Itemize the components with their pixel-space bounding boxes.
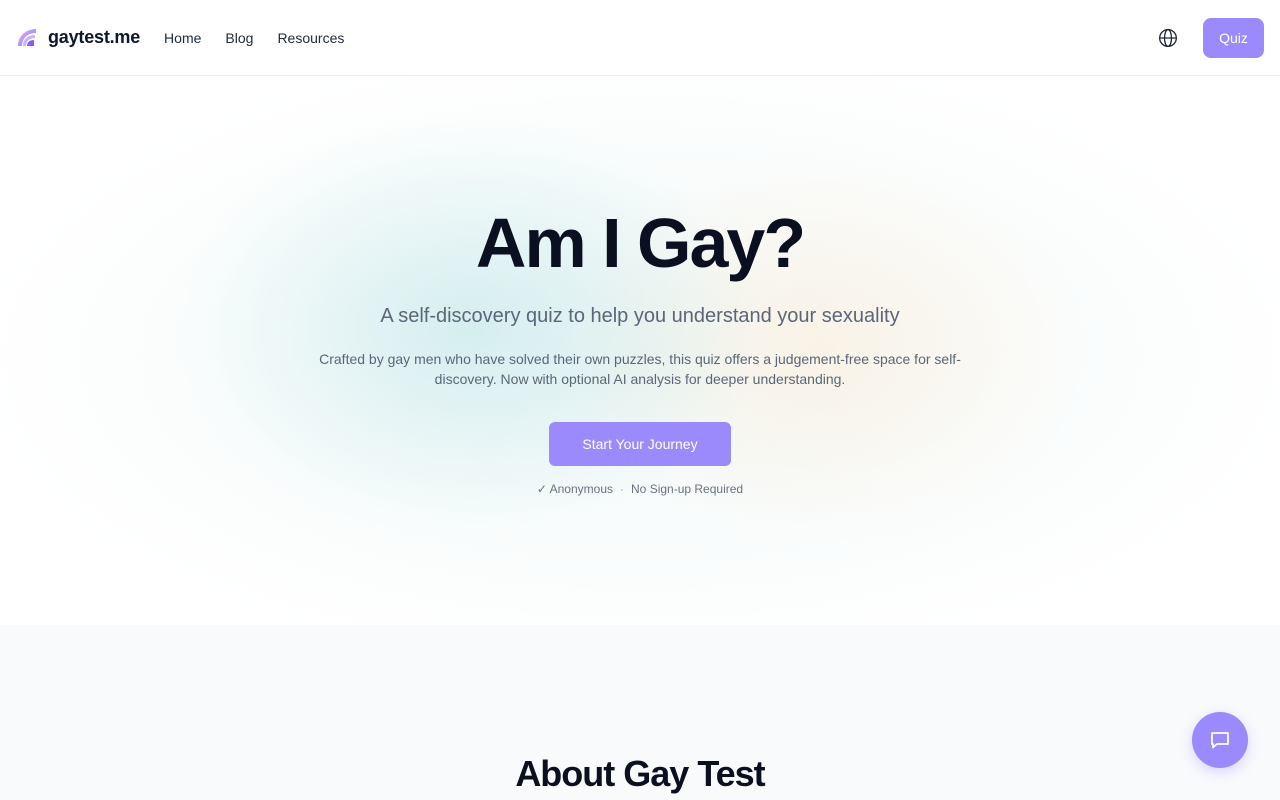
language-button[interactable] xyxy=(1157,27,1179,49)
start-journey-button[interactable]: Start Your Journey xyxy=(549,422,731,466)
hero-section: Am I Gay? A self-discovery quiz to help … xyxy=(0,77,1280,625)
nav-blog[interactable]: Blog xyxy=(225,30,253,46)
globe-icon xyxy=(1159,28,1177,47)
main-nav: Home Blog Resources xyxy=(164,30,344,46)
no-signup-badge: No Sign-up Required xyxy=(631,482,744,496)
badge-separator: · xyxy=(620,482,625,496)
header-actions: Quiz xyxy=(1157,17,1264,58)
hero-description: Crafted by gay men who have solved their… xyxy=(319,351,961,387)
nav-home[interactable]: Home xyxy=(164,30,201,46)
brand-name: gaytest.me xyxy=(48,27,141,47)
anonymous-badge: ✓ Anonymous xyxy=(536,482,614,496)
hero-title: Am I Gay? xyxy=(475,204,806,282)
brand-link[interactable]: gaytest.me xyxy=(16,26,140,50)
site-header: gaytest.me Home Blog Resources Quiz xyxy=(0,0,1280,76)
about-title: About Gay Test xyxy=(515,753,765,794)
nav-resources[interactable]: Resources xyxy=(277,30,344,46)
quiz-button[interactable]: Quiz xyxy=(1203,17,1264,58)
about-section: About Gay Test xyxy=(0,625,1280,800)
chat-bubble-icon xyxy=(1211,732,1229,749)
hero-subtitle: A self-discovery quiz to help you unders… xyxy=(380,305,900,327)
rainbow-logo-icon xyxy=(18,28,36,46)
hero-badges: ✓ Anonymous · No Sign-up Required xyxy=(0,482,1280,496)
chat-button[interactable] xyxy=(1192,712,1248,768)
